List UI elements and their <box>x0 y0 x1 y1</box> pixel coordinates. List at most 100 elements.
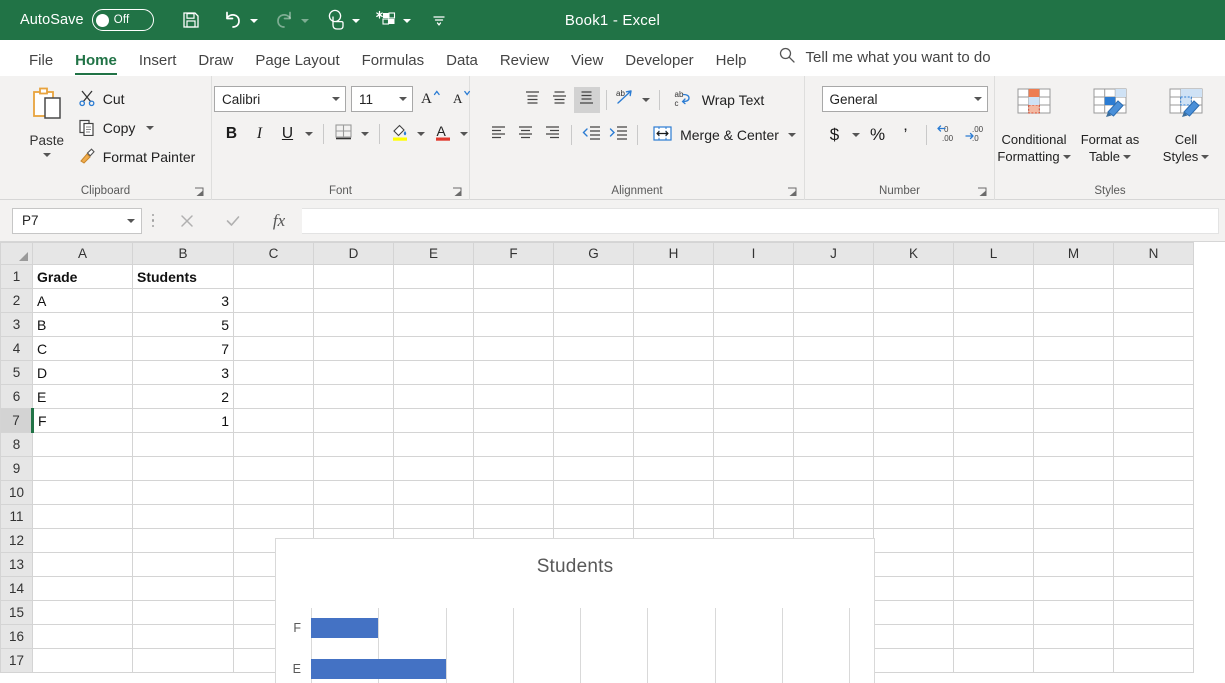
cell-D7[interactable] <box>313 408 394 433</box>
borders-dropdown-caret-icon[interactable] <box>359 121 372 147</box>
cell-K7[interactable] <box>873 408 954 433</box>
cell-K13[interactable] <box>873 552 954 577</box>
cell-B16[interactable] <box>132 624 234 649</box>
align-middle-button[interactable] <box>547 87 573 113</box>
column-header-G[interactable]: G <box>553 242 634 265</box>
row-header-7[interactable]: 7 <box>0 408 34 433</box>
cell-J6[interactable] <box>793 384 874 409</box>
font-size-select[interactable]: 11 <box>351 86 413 112</box>
font-color-button[interactable]: A <box>430 121 456 147</box>
cell-B13[interactable] <box>132 552 234 577</box>
cell-N5[interactable] <box>1113 360 1194 385</box>
cell-I1[interactable] <box>713 264 794 289</box>
cell-I4[interactable] <box>713 336 794 361</box>
cell-A6[interactable]: E <box>32 384 133 409</box>
cell-F4[interactable] <box>473 336 554 361</box>
cell-C8[interactable] <box>233 432 314 457</box>
cell-J3[interactable] <box>793 312 874 337</box>
column-header-E[interactable]: E <box>393 242 474 265</box>
tab-help[interactable]: Help <box>705 53 758 76</box>
column-header-I[interactable]: I <box>713 242 794 265</box>
cell-A10[interactable] <box>32 480 133 505</box>
cell-M16[interactable] <box>1033 624 1114 649</box>
row-header-3[interactable]: 3 <box>0 312 33 337</box>
touch-mode-icon[interactable] <box>320 5 350 35</box>
formula-bar-drag-handle[interactable] <box>142 213 164 228</box>
cell-B8[interactable] <box>132 432 234 457</box>
cell-B3[interactable]: 5 <box>132 312 234 337</box>
cell-D9[interactable] <box>313 456 394 481</box>
underline-dropdown-caret-icon[interactable] <box>303 121 316 147</box>
cell-B2[interactable]: 3 <box>132 288 234 313</box>
alignment-dialog-launcher-icon[interactable] <box>787 185 798 196</box>
cell-M1[interactable] <box>1033 264 1114 289</box>
cell-L3[interactable] <box>953 312 1034 337</box>
cell-K4[interactable] <box>873 336 954 361</box>
column-header-H[interactable]: H <box>633 242 714 265</box>
cell-A4[interactable]: C <box>32 336 133 361</box>
formula-input[interactable] <box>302 207 1219 234</box>
cell-B15[interactable] <box>132 600 234 625</box>
cell-K3[interactable] <box>873 312 954 337</box>
cell-M13[interactable] <box>1033 552 1114 577</box>
tab-review[interactable]: Review <box>489 53 560 76</box>
cell-K16[interactable] <box>873 624 954 649</box>
cell-F3[interactable] <box>473 312 554 337</box>
row-header-2[interactable]: 2 <box>0 288 33 313</box>
chart-bar[interactable] <box>311 659 446 680</box>
confirm-entry-icon[interactable] <box>210 208 256 234</box>
cell-B7[interactable]: 1 <box>132 408 234 433</box>
cell-H10[interactable] <box>633 480 714 505</box>
row-header-4[interactable]: 4 <box>0 336 33 361</box>
cell-A2[interactable]: A <box>32 288 133 313</box>
cell-L5[interactable] <box>953 360 1034 385</box>
cell-I7[interactable] <box>713 408 794 433</box>
cell-H6[interactable] <box>633 384 714 409</box>
cell-A7[interactable]: F <box>32 408 133 433</box>
cell-E9[interactable] <box>393 456 474 481</box>
cell-K2[interactable] <box>873 288 954 313</box>
cell-L16[interactable] <box>953 624 1034 649</box>
increase-decimal-button[interactable]: 0.00 <box>934 122 960 148</box>
cell-C5[interactable] <box>233 360 314 385</box>
column-header-K[interactable]: K <box>873 242 954 265</box>
column-header-B[interactable]: B <box>132 242 234 265</box>
tell-me-search[interactable]: Tell me what you want to do <box>758 46 991 76</box>
cell-N16[interactable] <box>1113 624 1194 649</box>
cell-M8[interactable] <box>1033 432 1114 457</box>
cell-F1[interactable] <box>473 264 554 289</box>
undo-icon[interactable] <box>218 5 248 35</box>
cell-N8[interactable] <box>1113 432 1194 457</box>
cell-K5[interactable] <box>873 360 954 385</box>
column-header-N[interactable]: N <box>1113 242 1194 265</box>
cell-J1[interactable] <box>793 264 874 289</box>
merge-dropdown-caret-icon[interactable] <box>786 122 799 148</box>
row-header-6[interactable]: 6 <box>0 384 33 409</box>
new-sheet-icon[interactable] <box>371 5 401 35</box>
cell-L2[interactable] <box>953 288 1034 313</box>
cell-M17[interactable] <box>1033 648 1114 673</box>
cell-L4[interactable] <box>953 336 1034 361</box>
cell-C3[interactable] <box>233 312 314 337</box>
cell-I10[interactable] <box>713 480 794 505</box>
cell-I11[interactable] <box>713 504 794 529</box>
embedded-bar-chart[interactable]: Students ABCDEF 012345678 <box>275 538 875 683</box>
conditional-formatting-caret-icon[interactable] <box>1062 154 1071 159</box>
tab-draw[interactable]: Draw <box>187 53 244 76</box>
cell-K1[interactable] <box>873 264 954 289</box>
tab-page-layout[interactable]: Page Layout <box>244 53 350 76</box>
undo-dropdown-caret-icon[interactable] <box>248 5 261 35</box>
cell-B11[interactable] <box>132 504 234 529</box>
cell-H1[interactable] <box>633 264 714 289</box>
cell-J10[interactable] <box>793 480 874 505</box>
cell-C1[interactable] <box>233 264 314 289</box>
cell-E11[interactable] <box>393 504 474 529</box>
cell-B10[interactable] <box>132 480 234 505</box>
cell-F11[interactable] <box>473 504 554 529</box>
tab-view[interactable]: View <box>560 53 614 76</box>
cell-C4[interactable] <box>233 336 314 361</box>
fill-color-button[interactable] <box>387 121 413 147</box>
cell-I6[interactable] <box>713 384 794 409</box>
cell-F5[interactable] <box>473 360 554 385</box>
orientation-button[interactable]: ab <box>613 87 639 113</box>
